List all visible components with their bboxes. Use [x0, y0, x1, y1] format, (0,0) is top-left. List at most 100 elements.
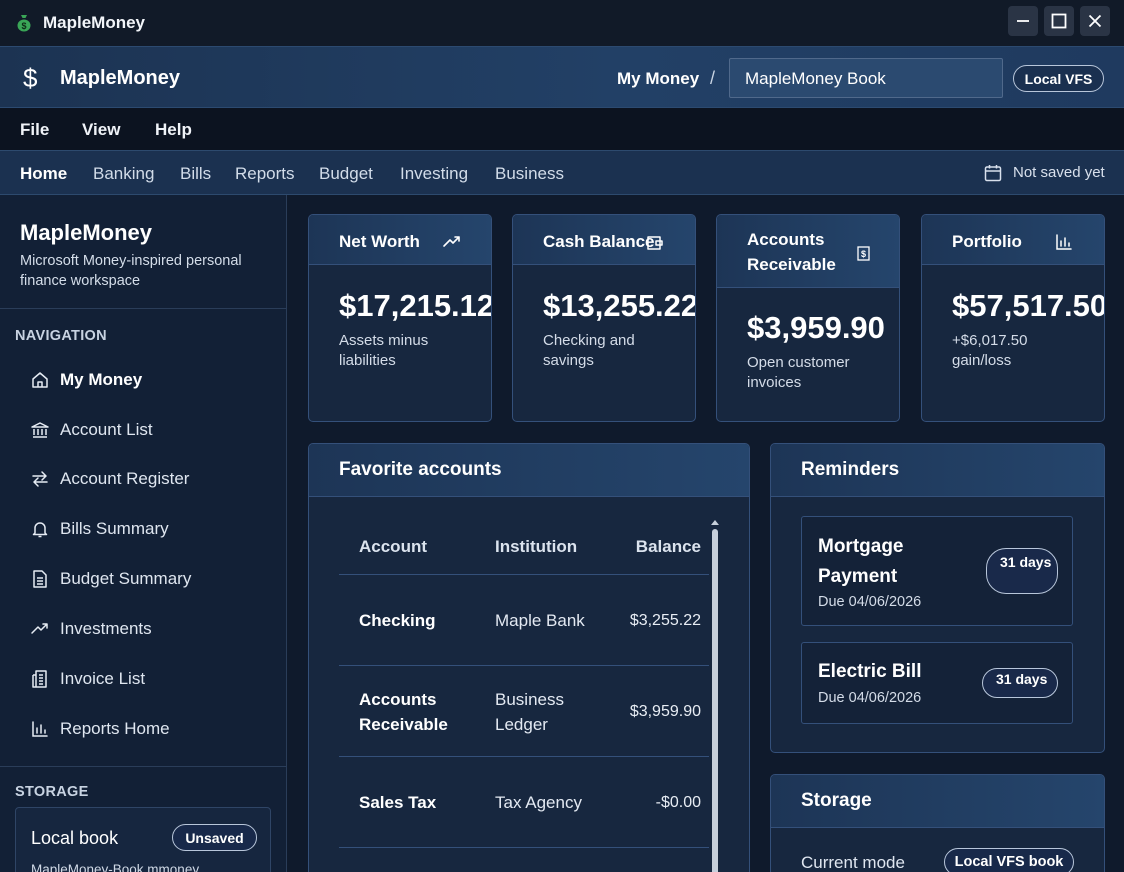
- app-brand: MapleMoney: [60, 67, 181, 89]
- table-scrollbar[interactable]: [710, 515, 720, 872]
- scrollbar-thumb[interactable]: [712, 529, 718, 872]
- sidebar-item-bills-summary[interactable]: Bills Summary: [30, 516, 169, 542]
- cell-balance: $3,255.22: [629, 611, 701, 629]
- sidebar-item-account-list[interactable]: Account List: [30, 417, 153, 443]
- cell-institution: Maple Bank: [495, 611, 585, 630]
- stat-card-header: Cash Balance: [513, 215, 695, 265]
- storage-section-label: STORAGE: [15, 784, 89, 800]
- window-titlebar: $ MapleMoney: [0, 0, 1124, 46]
- tab-business[interactable]: Business: [495, 164, 564, 184]
- favorites-table: Account Institution Balance Checking Map…: [339, 517, 709, 848]
- bank-icon: [31, 422, 49, 438]
- table-row[interactable]: Sales Tax Tax Agency -$0.00: [339, 757, 709, 848]
- breadcrumb-separator: /: [710, 68, 716, 88]
- invoice-icon: [32, 670, 47, 688]
- storage-badge: Local VFS: [1013, 65, 1104, 92]
- sidebar-item-reports-home[interactable]: Reports Home: [30, 716, 170, 742]
- reminder-due-date: Due 04/06/2026: [818, 690, 922, 706]
- window-title: MapleMoney: [43, 13, 146, 32]
- reminder-due-date: Due 04/06/2026: [818, 594, 922, 610]
- column-header-balance[interactable]: Balance: [636, 537, 701, 557]
- tab-home[interactable]: Home: [20, 164, 67, 184]
- stat-card-description: Checking and savings: [543, 332, 635, 369]
- stat-card-header: Accounts Receivable $: [717, 215, 899, 288]
- column-header-institution[interactable]: Institution: [495, 537, 577, 557]
- menu-view[interactable]: View: [82, 120, 120, 140]
- maximize-button[interactable]: [1044, 6, 1074, 36]
- sidebar-item-account-register[interactable]: Account Register: [30, 466, 189, 492]
- reminder-item[interactable]: Electric Bill Due 04/06/2026 31 days: [801, 642, 1073, 724]
- sidebar-item-label: My Money: [60, 370, 143, 389]
- panel-title: Storage: [801, 790, 872, 811]
- window-controls: [1008, 6, 1110, 36]
- svg-text:$: $: [21, 21, 26, 31]
- invoice-dollar-icon: $: [857, 246, 870, 261]
- reminders-panel: Reminders Mortgage Payment Due 04/06/202…: [770, 443, 1105, 753]
- storage-card-title: Local book: [31, 828, 119, 848]
- reminder-item[interactable]: Mortgage Payment Due 04/06/2026 31 days: [801, 516, 1073, 626]
- table-row[interactable]: Accounts Receivable Business Ledger $3,9…: [339, 666, 709, 757]
- sidebar-item-my-money[interactable]: My Money: [30, 367, 142, 393]
- cell-balance: $3,959.90: [629, 702, 701, 720]
- sidebar-title: MapleMoney: [20, 220, 153, 245]
- sidebar-item-label: Reports Home: [60, 719, 170, 738]
- stat-card-value: $57,517.50: [952, 288, 1105, 323]
- stat-card-header: Net Worth: [309, 215, 491, 265]
- close-button[interactable]: [1080, 6, 1110, 36]
- column-header-account[interactable]: Account: [359, 537, 427, 557]
- bar-chart-icon: [1056, 234, 1072, 250]
- sidebar-item-label: Invoice List: [60, 669, 146, 688]
- tab-bar: Home Banking Bills Reports Budget Invest…: [0, 150, 1124, 195]
- sidebar-item-invoice-list[interactable]: Invoice List: [30, 666, 145, 692]
- stat-card-portfolio: Portfolio $57,517.50 +$6,017.50 gain/los…: [921, 214, 1105, 422]
- cell-institution: Business Ledger: [495, 689, 564, 734]
- stat-card-title: Net Worth: [339, 232, 420, 251]
- table-header: Account Institution Balance: [339, 517, 709, 575]
- stat-card-value: $17,215.12: [339, 288, 492, 323]
- sidebar-item-investments[interactable]: Investments: [30, 616, 152, 642]
- trend-up-icon: [31, 623, 48, 634]
- panel-header: Reminders: [771, 444, 1104, 497]
- stat-card-accounts-receivable: Accounts Receivable $ $3,959.90 Open cus…: [716, 214, 900, 422]
- favorite-accounts-panel: Favorite accounts Account Institution Ba…: [308, 443, 750, 872]
- sidebar-item-label: Account List: [60, 420, 153, 439]
- menu-bar: File View Help: [0, 108, 1124, 150]
- stat-card-net-worth: Net Worth $17,215.12 Assets minus liabil…: [308, 214, 492, 422]
- menu-help[interactable]: Help: [155, 120, 192, 140]
- book-name-field[interactable]: MapleMoney Book: [729, 58, 1003, 98]
- scroll-up-arrow-icon[interactable]: [710, 517, 720, 527]
- tab-bills[interactable]: Bills: [180, 164, 211, 184]
- cell-account: Sales Tax: [359, 793, 437, 812]
- stat-card-title: Accounts Receivable: [747, 230, 836, 274]
- tab-banking[interactable]: Banking: [93, 164, 154, 184]
- stat-card-description: Open customer invoices: [747, 354, 850, 391]
- breadcrumb[interactable]: My Money: [617, 69, 699, 89]
- sidebar-item-label: Bills Summary: [60, 519, 169, 538]
- cell-institution: Tax Agency: [495, 793, 582, 812]
- minimize-button[interactable]: [1008, 6, 1038, 36]
- sidebar-item-budget-summary[interactable]: Budget Summary: [30, 566, 191, 592]
- dollar-icon: $: [23, 63, 38, 93]
- storage-panel: Storage Current mode Local VFS book: [770, 774, 1105, 872]
- tab-reports[interactable]: Reports: [235, 164, 295, 184]
- trend-up-icon: [443, 236, 460, 247]
- sidebar-item-label: Account Register: [60, 469, 190, 488]
- cell-balance: -$0.00: [655, 793, 701, 811]
- close-icon: [1088, 14, 1102, 28]
- sidebar: MapleMoney Microsoft Money-inspired pers…: [0, 195, 287, 872]
- bell-icon: [32, 522, 48, 538]
- unsaved-badge: Unsaved: [172, 824, 257, 851]
- storage-mode-label: Current mode: [801, 853, 905, 872]
- app-header: $ MapleMoney My Money / MapleMoney Book …: [0, 46, 1124, 108]
- table-row[interactable]: Checking Maple Bank $3,255.22: [339, 575, 709, 666]
- sidebar-subtitle: Microsoft Money-inspired personal financ…: [20, 253, 242, 289]
- wallet-icon: [647, 236, 663, 250]
- minimize-icon: [1017, 20, 1029, 22]
- sidebar-item-label: Investments: [60, 619, 152, 638]
- panel-header: Favorite accounts: [309, 444, 749, 497]
- tab-budget[interactable]: Budget: [319, 164, 373, 184]
- sidebar-divider: [0, 766, 286, 767]
- menu-file[interactable]: File: [20, 120, 49, 140]
- money-bag-icon: $: [17, 15, 31, 32]
- tab-investing[interactable]: Investing: [400, 164, 468, 184]
